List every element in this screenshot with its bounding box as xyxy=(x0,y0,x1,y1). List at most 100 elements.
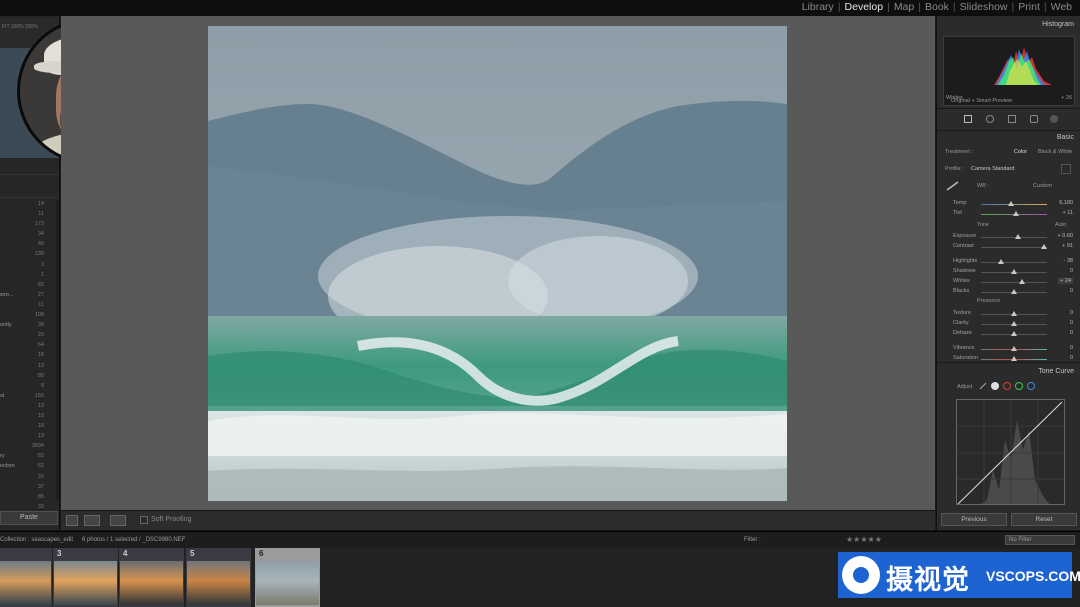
module-slideshow[interactable]: Slideshow xyxy=(956,1,1012,13)
profile-value[interactable]: Camera Standard xyxy=(971,166,1014,172)
spot-removal-icon[interactable] xyxy=(986,115,994,123)
slider-vibrance[interactable]: Vibrance 0 xyxy=(941,344,1077,354)
slider-thumb[interactable] xyxy=(1014,234,1021,239)
reset-button[interactable]: Reset xyxy=(1011,513,1077,526)
basic-title[interactable]: Basic xyxy=(1057,134,1074,141)
collection-item[interactable]: 3694 xyxy=(0,442,59,452)
module-web[interactable]: Web xyxy=(1047,1,1076,13)
slider-whites[interactable]: Whites + 24 xyxy=(941,277,1077,287)
rgb-channel-icon[interactable] xyxy=(991,382,999,390)
collection-item[interactable]: 19 xyxy=(0,432,59,442)
slider-shadows[interactable]: Shadows 0 xyxy=(941,267,1077,277)
crop-tool-icon[interactable] xyxy=(964,115,972,123)
paste-button[interactable]: Paste xyxy=(0,511,58,525)
histogram-title[interactable]: Histogram xyxy=(1042,21,1074,28)
collection-item[interactable]: ry 82 xyxy=(0,452,59,462)
filmstrip-cell[interactable] xyxy=(0,548,52,607)
filmstrip-thumbnail[interactable] xyxy=(187,561,250,605)
collection-item[interactable]: 11 xyxy=(0,301,59,311)
slider-value[interactable]: + 24 xyxy=(1058,278,1073,284)
treatment-bw[interactable]: Black & White xyxy=(1038,149,1072,155)
rating-filter[interactable]: ★★★★★ xyxy=(846,535,882,544)
collection-item[interactable]: 29 xyxy=(0,331,59,341)
collection-item[interactable]: 64 xyxy=(0,341,59,351)
soft-proofing-checkbox[interactable] xyxy=(140,516,148,524)
collection-item[interactable]: 83 xyxy=(0,281,59,291)
collection-item[interactable]: 18 xyxy=(0,412,59,422)
collection-item[interactable]: 8 xyxy=(0,382,59,392)
slider-blacks[interactable]: Blacks 0 xyxy=(941,287,1077,297)
slider-thumb[interactable] xyxy=(1011,269,1017,274)
filmstrip-thumbnail[interactable] xyxy=(120,561,183,605)
profile-browser-icon[interactable] xyxy=(1061,164,1071,174)
slider-value[interactable]: 0 xyxy=(1070,288,1073,294)
filmstrip-cell[interactable]: 6 xyxy=(255,548,320,607)
slider-dehaze[interactable]: Dehaze 0 xyxy=(941,329,1077,339)
collection-item[interactable]: 14 xyxy=(0,200,59,210)
slider-thumb[interactable] xyxy=(1011,346,1017,351)
no-filter-select[interactable]: No Filter xyxy=(1005,535,1075,545)
filmstrip-thumbnail[interactable] xyxy=(54,561,117,605)
collection-item[interactable]: 13 xyxy=(0,362,59,372)
slider-highlights[interactable]: Highlights - 38 xyxy=(941,257,1077,267)
collection-item[interactable]: ontly 39 xyxy=(0,321,59,331)
slider-value[interactable]: 0 xyxy=(1070,310,1073,316)
module-print[interactable]: Print xyxy=(1014,1,1044,13)
collection-item[interactable]: 37 xyxy=(0,483,59,493)
slider-thumb[interactable] xyxy=(1011,321,1017,326)
red-eye-icon[interactable] xyxy=(1008,115,1016,123)
collection-item[interactable]: 34 xyxy=(0,230,59,240)
slider-track[interactable] xyxy=(981,204,1047,205)
collections-header[interactable] xyxy=(0,174,59,198)
slider-value[interactable]: 0 xyxy=(1070,320,1073,326)
slider-thumb[interactable] xyxy=(1011,331,1017,336)
slider-texture[interactable]: Texture 0 xyxy=(941,309,1077,319)
slider-exposure[interactable]: Exposure + 0.60 xyxy=(941,232,1077,242)
filmstrip-cell[interactable]: 3 xyxy=(53,548,118,607)
green-channel-icon[interactable] xyxy=(1015,382,1023,390)
collection-item[interactable]: 18 xyxy=(0,422,59,432)
eyedropper-icon[interactable] xyxy=(946,181,960,191)
collection-item[interactable]: wro... 27 xyxy=(0,291,59,301)
module-develop[interactable]: Develop xyxy=(841,1,888,13)
targeted-adjust-icon[interactable] xyxy=(979,382,987,390)
filmstrip-source[interactable]: Collection : seascapes_edit xyxy=(0,537,73,543)
tone-curve-graph[interactable] xyxy=(956,399,1065,505)
collection-item[interactable]: 3 xyxy=(0,261,59,271)
collection-item[interactable]: 18 xyxy=(0,351,59,361)
slider-tint[interactable]: Tint + 11 xyxy=(941,209,1077,219)
slider-thumb[interactable] xyxy=(998,259,1005,264)
collection-item[interactable]: 40 xyxy=(0,240,59,250)
module-book[interactable]: Book xyxy=(921,1,953,13)
left-scrollbar[interactable] xyxy=(56,200,59,500)
slider-value[interactable]: 0 xyxy=(1070,355,1073,361)
slider-value[interactable]: 6,180 xyxy=(1059,200,1073,206)
collection-item[interactable]: 85 xyxy=(0,493,59,503)
collection-item[interactable]: 13 xyxy=(0,402,59,412)
collection-item[interactable]: 173 xyxy=(0,220,59,230)
slider-temp[interactable]: Temp 6,180 xyxy=(941,199,1077,209)
filmstrip-cell[interactable]: 4 xyxy=(119,548,184,607)
slider-thumb[interactable] xyxy=(1011,289,1017,294)
slider-track[interactable] xyxy=(981,247,1047,248)
slider-track[interactable] xyxy=(981,262,1047,263)
treatment-color[interactable]: Color xyxy=(1014,149,1027,155)
slider-thumb[interactable] xyxy=(1007,201,1014,206)
wb-value[interactable]: Custom xyxy=(1033,183,1052,189)
loupe-view-button[interactable] xyxy=(66,515,78,526)
slider-value[interactable]: 0 xyxy=(1070,345,1073,351)
previous-button[interactable]: Previous xyxy=(941,513,1007,526)
slider-thumb[interactable] xyxy=(1011,311,1017,316)
filmstrip-thumbnail[interactable] xyxy=(256,561,319,605)
collection-item[interactable]: 139 xyxy=(0,250,59,260)
collection-item[interactable]: 11 xyxy=(0,210,59,220)
masking-icon[interactable] xyxy=(1030,115,1038,123)
slider-clarity[interactable]: Clarity 0 xyxy=(941,319,1077,329)
collection-item[interactable]: 1 xyxy=(0,271,59,281)
slider-value[interactable]: + 0.60 xyxy=(1058,233,1073,239)
slider-value[interactable]: + 91 xyxy=(1062,243,1073,249)
compare-view-button[interactable] xyxy=(110,515,126,526)
slider-value[interactable]: 0 xyxy=(1070,268,1073,274)
auto-button[interactable]: Auto xyxy=(1055,222,1066,228)
slider-thumb[interactable] xyxy=(1040,244,1047,249)
